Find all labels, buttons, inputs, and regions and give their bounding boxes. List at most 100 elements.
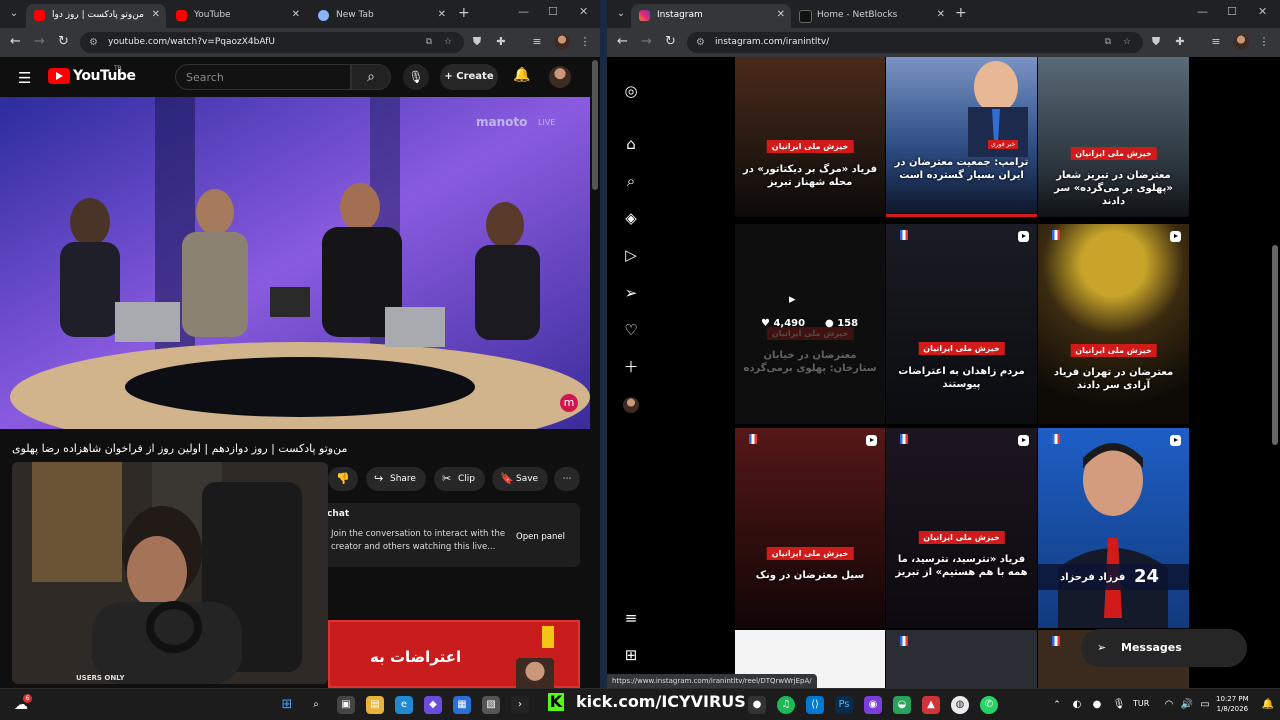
cast-icon[interactable]: ⧉: [426, 32, 432, 53]
obs-icon[interactable]: ◉: [864, 696, 882, 714]
promo-thumbnail[interactable]: اعتراضات به: [328, 620, 580, 688]
close-tab-icon[interactable]: ✕: [438, 4, 446, 26]
close-tab-icon[interactable]: ✕: [937, 4, 945, 26]
profile-avatar[interactable]: [554, 34, 570, 50]
app-icon[interactable]: ●: [748, 696, 766, 714]
notifications-heart-icon[interactable]: ♡: [621, 320, 641, 340]
search-icon[interactable]: ⌕: [307, 696, 325, 714]
also-from-meta-icon[interactable]: ⊞: [621, 645, 641, 665]
close-tab-icon[interactable]: ✕: [292, 4, 300, 26]
youtube-wordmark[interactable]: YouTube: [73, 68, 136, 84]
menu-list-icon[interactable]: ≡: [530, 35, 544, 49]
messages-button[interactable]: ➢ Messages: [1081, 629, 1247, 667]
tab-netblocks[interactable]: Home - NetBlocks ✕: [791, 4, 951, 28]
page-scrollbar[interactable]: [1272, 245, 1278, 445]
whatsapp-icon[interactable]: ✆: [980, 696, 998, 714]
notification-bell-icon[interactable]: 🔔: [1259, 696, 1277, 714]
clip-button[interactable]: ✂ Clip: [434, 467, 485, 491]
volume-icon[interactable]: 🔊: [1178, 696, 1196, 714]
dislike-button[interactable]: 👎: [328, 467, 358, 491]
home-icon[interactable]: ⌂: [621, 134, 641, 154]
task-view-icon[interactable]: ▣: [337, 696, 355, 714]
reels-icon[interactable]: ▷: [621, 245, 641, 265]
microphone-icon[interactable]: 🎙: [403, 64, 429, 90]
more-menu-icon[interactable]: ≡: [621, 608, 641, 628]
tray-app-icon[interactable]: ◐: [1068, 696, 1086, 714]
battery-icon[interactable]: ▭: [1196, 696, 1214, 714]
explore-compass-icon[interactable]: ◈: [621, 208, 641, 228]
tray-chevron-icon[interactable]: ⌃: [1048, 696, 1066, 714]
maximize-icon[interactable]: ☐: [548, 5, 558, 18]
chrome-icon[interactable]: ◍: [951, 696, 969, 714]
forward-icon[interactable]: →: [34, 34, 45, 49]
post-tile[interactable]: خیزش ملی ایرانیان معترضان در تهران فریاد…: [1038, 224, 1189, 424]
back-icon[interactable]: ←: [617, 34, 628, 49]
tab-manoto[interactable]: من‌وتو پادکست | روز دوا ✕: [26, 4, 166, 28]
new-tab-icon[interactable]: +: [458, 5, 470, 21]
site-info-icon[interactable]: ⚙: [89, 32, 98, 53]
close-window-icon[interactable]: ✕: [1258, 5, 1267, 18]
new-tab-icon[interactable]: +: [955, 5, 967, 21]
terminal-icon[interactable]: ›: [511, 696, 529, 714]
shield-icon[interactable]: ⛊: [1149, 35, 1163, 49]
minimize-icon[interactable]: —: [1197, 5, 1208, 18]
edge-icon[interactable]: e: [395, 696, 413, 714]
post-tile-hovered[interactable]: خیزش ملی ایرانیان معترضان در خیابان ستار…: [735, 224, 885, 424]
tab-instagram[interactable]: Instagram ✕: [631, 4, 791, 28]
file-explorer-icon[interactable]: ▤: [366, 696, 384, 714]
close-window-icon[interactable]: ✕: [579, 5, 588, 18]
extensions-icon[interactable]: ✚: [1173, 35, 1187, 49]
post-tile[interactable]: [886, 630, 1037, 688]
kebab-menu-icon[interactable]: ⋮: [1257, 35, 1271, 49]
cast-icon[interactable]: ⧉: [1105, 32, 1111, 53]
reload-icon[interactable]: ↻: [665, 34, 676, 49]
open-panel-button[interactable]: Open panel: [516, 532, 565, 542]
tab-search-icon[interactable]: ⌄: [613, 6, 629, 22]
youtube-logo-icon[interactable]: [48, 68, 70, 84]
post-tile[interactable]: خبر فوری ترامپ: جمعیت معترضان در ایران ب…: [886, 57, 1037, 217]
post-tile[interactable]: خیزش ملی ایرانیان معترضان در تبریز شعار …: [1038, 57, 1189, 217]
tab-new-tab[interactable]: New Tab ✕: [310, 4, 452, 28]
language-indicator[interactable]: TUR: [1133, 699, 1149, 708]
search-icon[interactable]: ⌕: [351, 64, 391, 90]
forward-icon[interactable]: →: [641, 34, 652, 49]
site-info-icon[interactable]: ⚙: [696, 32, 705, 53]
post-tile[interactable]: 24 فرزاد فرحزاد: [1038, 428, 1189, 628]
kebab-menu-icon[interactable]: ⋮: [578, 35, 592, 49]
photos-icon[interactable]: ▧: [482, 696, 500, 714]
minimize-icon[interactable]: —: [518, 5, 529, 18]
search-icon[interactable]: ⌕: [621, 171, 641, 191]
post-tile[interactable]: خیزش ملی ایرانیان مردم زاهدان به اعتراضا…: [886, 224, 1037, 424]
profile-avatar[interactable]: [1233, 34, 1249, 50]
reload-icon[interactable]: ↻: [58, 34, 69, 49]
vscode-icon[interactable]: ⟨⟩: [806, 696, 824, 714]
close-tab-icon[interactable]: ✕: [777, 4, 785, 26]
bookmark-star-icon[interactable]: ☆: [1123, 32, 1131, 53]
create-button[interactable]: + Create: [440, 64, 498, 90]
post-tile[interactable]: خیزش ملی ایرانیان فریاد «مرگ بر دیکتاتور…: [735, 57, 885, 217]
tray-app-icon[interactable]: ●: [1088, 696, 1106, 714]
microphone-icon[interactable]: 🎙: [1110, 696, 1128, 714]
share-button[interactable]: ↪ Share: [366, 467, 426, 491]
system-clock[interactable]: 10:27 PM 1/8/2026: [1216, 694, 1249, 714]
url-bar[interactable]: ⚙ youtube.com/watch?v=PqaozX4bAfU ⧉ ☆: [80, 32, 464, 53]
hamburger-menu-icon[interactable]: ☰: [18, 69, 31, 87]
start-menu-icon[interactable]: ⊞: [278, 696, 296, 714]
notifications-bell-icon[interactable]: 🔔: [513, 67, 530, 83]
tab-search-icon[interactable]: ⌄: [6, 6, 22, 22]
store-icon[interactable]: ▦: [453, 696, 471, 714]
post-tile[interactable]: خیزش ملی ایرانیان فریاد «نترسید، نترسید،…: [886, 428, 1037, 628]
close-tab-icon[interactable]: ✕: [152, 4, 160, 26]
bookmark-star-icon[interactable]: ☆: [444, 32, 452, 53]
direct-message-icon[interactable]: ➢: [621, 283, 641, 303]
wifi-icon[interactable]: ◠: [1160, 696, 1178, 714]
photoshop-icon[interactable]: Ps: [835, 696, 853, 714]
app-red-icon[interactable]: ▲: [922, 696, 940, 714]
post-tile[interactable]: خیزش ملی ایرانیان سیل معترضان در ونک: [735, 428, 885, 628]
back-icon[interactable]: ←: [10, 34, 21, 49]
shield-icon[interactable]: ⛊: [470, 35, 484, 49]
copilot-icon[interactable]: ◆: [424, 696, 442, 714]
profile-avatar[interactable]: [623, 397, 639, 413]
instagram-logo-icon[interactable]: ◎: [621, 81, 641, 101]
tab-youtube[interactable]: YouTube ✕: [168, 4, 306, 28]
